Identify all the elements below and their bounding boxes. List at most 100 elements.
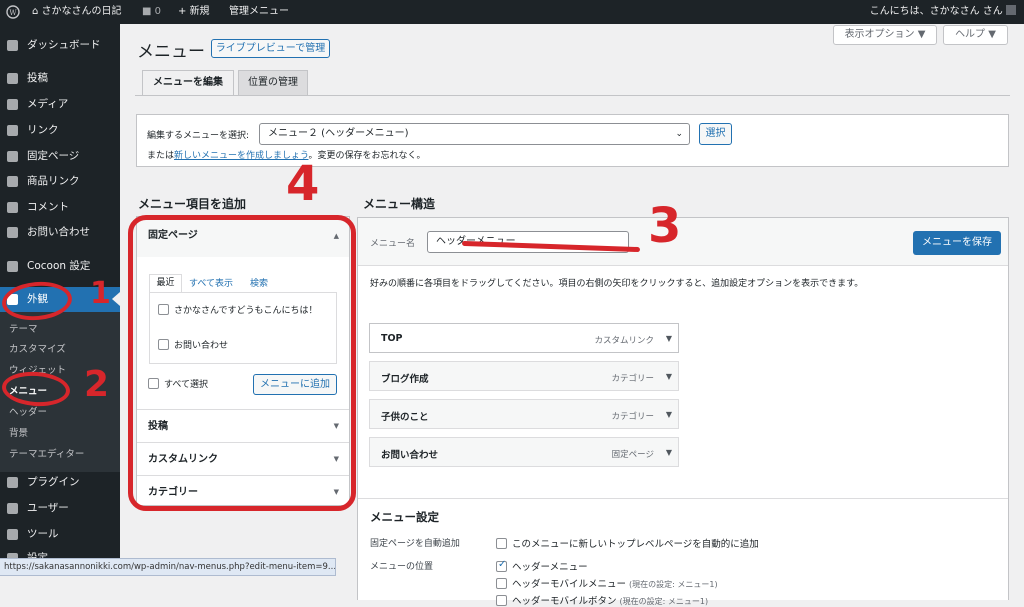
note-suffix: 。変更の保存をお忘れなく。 bbox=[308, 151, 426, 161]
help-button[interactable]: ヘルプ ▼ bbox=[943, 25, 1008, 45]
menu-item[interactable]: お問い合わせ 固定ページ ▼ bbox=[369, 437, 679, 467]
caret-down-icon[interactable]: ▼ bbox=[666, 372, 672, 381]
mail-icon bbox=[7, 227, 18, 238]
submenu-item[interactable]: 背景 bbox=[9, 425, 28, 439]
sidebar-item[interactable]: 固定ページ bbox=[0, 144, 120, 169]
page-icon bbox=[7, 151, 18, 162]
menu-item[interactable]: 子供のこと カテゴリー ▼ bbox=[369, 399, 679, 429]
annotation-number-4: 4 bbox=[286, 156, 320, 212]
menu-item-title: 子供のこと bbox=[381, 412, 429, 423]
caret-down-icon[interactable]: ▼ bbox=[666, 334, 672, 343]
comments-link[interactable]: ■ 0 bbox=[142, 0, 161, 24]
checkbox[interactable]: ✓ bbox=[496, 559, 507, 572]
live-preview-button[interactable]: ライブプレビューで管理 bbox=[211, 39, 330, 58]
select-menu-box: 編集するメニューを選択: メニュー２ (ヘッダーメニュー) ⌄ 選択 または新しい… bbox=[136, 114, 1009, 167]
note-prefix: または bbox=[147, 151, 175, 161]
sidebar-item-label: リンク bbox=[27, 124, 59, 136]
comment-icon bbox=[7, 202, 18, 213]
annotation-number-1: 1 bbox=[90, 276, 111, 311]
select-menu-label: 編集するメニューを選択: bbox=[147, 131, 250, 141]
sidebar-item-label: ダッシュボード bbox=[27, 39, 101, 51]
menu-location-label: メニューの位置 bbox=[370, 562, 434, 572]
browser-status-bar: https://sakanasannonikki.com/wp-admin/na… bbox=[0, 558, 336, 576]
submenu-item[interactable]: テーマ bbox=[9, 321, 38, 335]
location-note: (現在の設定: メニュー1) bbox=[619, 597, 709, 606]
comment-bubble-icon: ■ bbox=[142, 6, 152, 17]
menu-select-value: メニュー２ (ヘッダーメニュー) bbox=[268, 128, 409, 139]
sidebar-item-label: ユーザー bbox=[27, 502, 69, 514]
user-icon bbox=[7, 503, 18, 514]
select-button[interactable]: 選択 bbox=[699, 123, 732, 145]
sidebar-item-label: 商品リンク bbox=[27, 175, 80, 187]
checkbox[interactable] bbox=[496, 538, 507, 549]
menu-item-type: カスタムリンク bbox=[594, 336, 654, 346]
chevron-down-icon: ⌄ bbox=[675, 129, 683, 139]
location-name: ヘッダーモバイルボタン bbox=[512, 596, 617, 607]
checkbox[interactable] bbox=[496, 595, 507, 606]
sidebar-item-label: メディア bbox=[27, 98, 69, 110]
sidebar-item[interactable]: メディア bbox=[0, 92, 120, 117]
annotation-box-4 bbox=[128, 215, 356, 511]
site-name-link[interactable]: ⌂ さかなさんの日記 bbox=[32, 0, 122, 24]
submenu-item[interactable]: カスタマイズ bbox=[9, 341, 66, 355]
auto-add-label: 固定ページを自動追加 bbox=[370, 539, 460, 549]
sidebar-item[interactable]: コメント bbox=[0, 195, 120, 220]
menu-item-title: TOP bbox=[381, 333, 403, 344]
location-name: ヘッダーメニュー bbox=[512, 562, 588, 573]
account-greeting[interactable]: こんにちは、さかなさん さん bbox=[870, 0, 1016, 24]
tab-edit-menus[interactable]: メニューを編集 bbox=[142, 70, 234, 96]
sidebar-item[interactable]: ダッシュボード bbox=[0, 33, 120, 58]
wordpress-logo-icon[interactable]: W bbox=[6, 0, 20, 24]
media-icon bbox=[7, 99, 18, 110]
sidebar-item[interactable]: 商品リンク bbox=[0, 169, 120, 194]
sidebar-item-label: ツール bbox=[27, 528, 59, 540]
menu-structure-heading: メニュー構造 bbox=[363, 197, 436, 211]
menu-item-title: お問い合わせ bbox=[381, 450, 439, 461]
new-content-link[interactable]: + 新規 bbox=[178, 0, 210, 24]
admin-menu-link[interactable]: 管理メニュー bbox=[229, 0, 289, 24]
menu-item-type: 固定ページ bbox=[611, 450, 654, 460]
auto-add-option-label: このメニューに新しいトップレベルページを自動的に追加 bbox=[512, 539, 759, 550]
new-label: 新規 bbox=[189, 6, 210, 17]
annotation-number-3: 3 bbox=[648, 198, 682, 254]
dashboard-icon bbox=[7, 40, 18, 51]
comments-count: 0 bbox=[154, 6, 162, 17]
location-option[interactable]: ✓ ヘッダーメニュー bbox=[496, 559, 588, 573]
checkmark-icon: ✓ bbox=[498, 559, 507, 570]
menu-item[interactable]: ブログ作成 カテゴリー ▼ bbox=[369, 361, 679, 391]
menu-item[interactable]: TOP カスタムリンク ▼ bbox=[369, 323, 679, 353]
annotation-number-2: 2 bbox=[84, 364, 110, 405]
tab-manage-locations[interactable]: 位置の管理 bbox=[238, 70, 308, 96]
save-menu-button[interactable]: メニューを保存 bbox=[913, 231, 1001, 255]
menu-item-type: カテゴリー bbox=[611, 412, 654, 422]
checkbox[interactable] bbox=[496, 578, 507, 589]
plugin-icon bbox=[7, 477, 18, 488]
location-option[interactable]: ヘッダーモバイルボタン (現在の設定: メニュー1) bbox=[496, 593, 708, 607]
location-note: (現在の設定: メニュー1) bbox=[629, 580, 718, 589]
menu-select-dropdown[interactable]: メニュー２ (ヘッダーメニュー) ⌄ bbox=[259, 123, 690, 145]
add-items-heading: メニュー項目を追加 bbox=[138, 197, 247, 211]
menu-item-title: ブログ作成 bbox=[381, 374, 429, 385]
settings-divider bbox=[358, 498, 1008, 499]
menu-settings-heading: メニュー設定 bbox=[370, 510, 439, 524]
menu-instructions: 好みの順番に各項目をドラッグしてください。項目の右側の矢印をクリックすると、追加… bbox=[370, 279, 864, 289]
location-option[interactable]: ヘッダーモバイルメニュー (現在の設定: メニュー1) bbox=[496, 576, 718, 590]
caret-down-icon[interactable]: ▼ bbox=[666, 410, 672, 419]
menu-item-type: カテゴリー bbox=[611, 374, 654, 384]
menu-structure-panel: メニュー名 ヘッダーメニュー メニューを保存 好みの順番に各項目をドラッグしてく… bbox=[357, 217, 1009, 607]
sidebar-item-label: コメント bbox=[27, 201, 69, 213]
menu-name-label: メニュー名 bbox=[370, 239, 416, 249]
sidebar-item[interactable]: ユーザー bbox=[0, 496, 120, 521]
sidebar-item[interactable]: リンク bbox=[0, 118, 120, 143]
home-icon: ⌂ bbox=[32, 6, 39, 17]
tab-divider bbox=[135, 95, 1010, 96]
sidebar-item[interactable]: お問い合わせ bbox=[0, 220, 120, 245]
auto-add-checkbox[interactable]: このメニューに新しいトップレベルページを自動的に追加 bbox=[496, 536, 759, 550]
caret-down-icon[interactable]: ▼ bbox=[666, 448, 672, 457]
screen-options-button[interactable]: 表示オプション ▼ bbox=[833, 25, 937, 45]
sidebar-item[interactable]: ツール bbox=[0, 522, 120, 547]
sidebar-item[interactable]: プラグイン bbox=[0, 470, 120, 495]
cocoon-icon bbox=[7, 261, 18, 272]
submenu-item[interactable]: テーマエディター bbox=[9, 446, 84, 460]
sidebar-item[interactable]: 投稿 bbox=[0, 66, 120, 91]
